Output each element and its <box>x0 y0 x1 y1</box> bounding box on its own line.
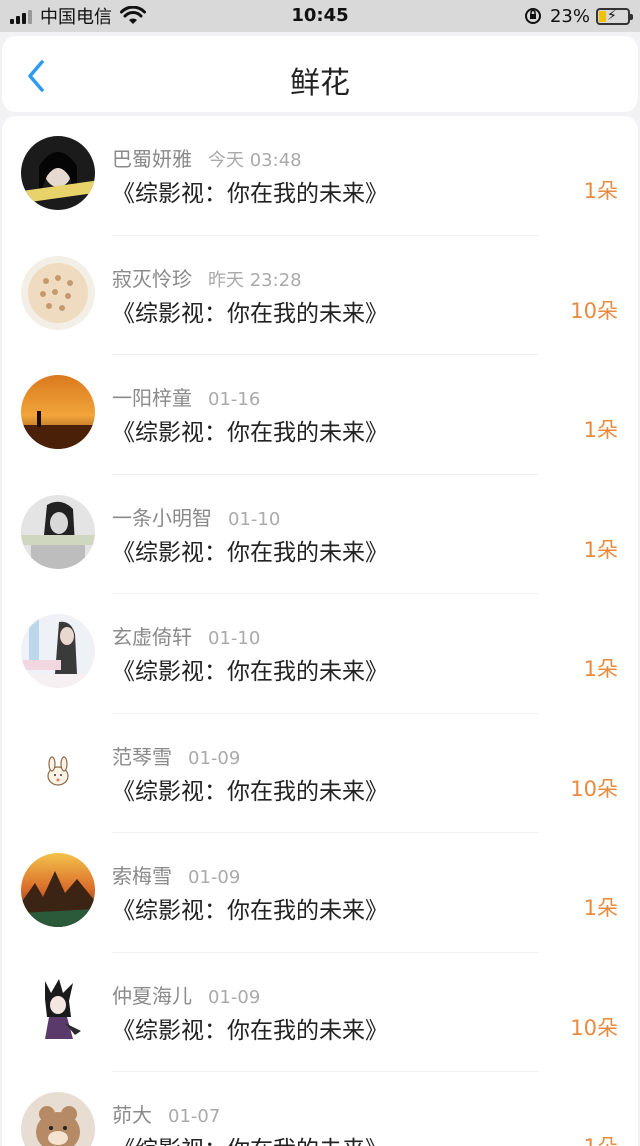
name-line: 一条小明智 01-10 <box>112 502 280 531</box>
status-right: 23% ⚡ <box>524 0 633 32</box>
list-item[interactable]: 仲夏海儿 01-09 《综影视：你在我的未来》 10朵 <box>2 953 638 1072</box>
name-line: 寂灭怜珍 昨天 23:28 <box>112 263 302 292</box>
gift-time: 今天 03:48 <box>208 150 302 171</box>
gift-time: 01-09 <box>188 747 241 769</box>
avatar[interactable] <box>21 614 95 688</box>
name-line: 索梅雪 01-09 <box>112 860 240 889</box>
avatar[interactable] <box>21 136 95 210</box>
avatar[interactable] <box>21 733 95 808</box>
flower-gift-list: 巴蜀妍雅 今天 03:48 《综影视：你在我的未来》 1朵 寂灭怜珍 昨天 23:2… <box>2 116 638 1146</box>
user-name[interactable]: 茆大 <box>112 1103 152 1127</box>
flower-count: 1朵 <box>583 537 618 562</box>
gift-time: 01-07 <box>168 1106 221 1127</box>
nav-bar: 鲜花 <box>2 36 638 112</box>
avatar[interactable] <box>21 375 95 449</box>
gift-time: 01-10 <box>228 508 281 530</box>
book-title[interactable]: 《综影视：你在我的未来》 <box>112 1130 388 1146</box>
list-item[interactable]: 索梅雪 01-09 《综影视：你在我的未来》 1朵 <box>2 833 638 953</box>
flower-count: 10朵 <box>570 776 618 801</box>
gift-time: 01-09 <box>208 986 261 1008</box>
chevron-left-icon[interactable] <box>22 58 52 94</box>
list-item[interactable]: 范琴雪 01-09 《综影视：你在我的未来》 10朵 <box>2 714 638 833</box>
list-item[interactable]: 玄虚倚轩 01-10 《综影视：你在我的未来》 1朵 <box>2 594 638 714</box>
book-title[interactable]: 《综影视：你在我的未来》 <box>112 1011 388 1045</box>
book-title[interactable]: 《综影视：你在我的未来》 <box>112 533 388 567</box>
user-name[interactable]: 范琴雪 <box>112 745 172 769</box>
user-name[interactable]: 一条小明智 <box>112 506 212 530</box>
book-title[interactable]: 《综影视：你在我的未来》 <box>112 294 388 328</box>
status-bar: 中国电信 10:45 23% ⚡ <box>0 0 640 32</box>
avatar[interactable] <box>21 853 95 927</box>
status-left: 中国电信 <box>10 0 146 32</box>
flower-count: 1朵 <box>583 418 618 442</box>
list-item[interactable]: 一条小明智 01-10 《综影视：你在我的未来》 1朵 <box>2 475 638 594</box>
flower-count: 1朵 <box>583 657 618 681</box>
avatar[interactable] <box>21 255 95 330</box>
name-line: 仲夏海儿 01-09 <box>112 980 260 1009</box>
battery-icon: ⚡ <box>596 7 633 25</box>
user-name[interactable]: 巴蜀妍雅 <box>112 147 192 171</box>
gift-time: 昨天 23:28 <box>208 269 302 291</box>
battery-percent: 23% <box>549 5 590 27</box>
flower-count: 1朵 <box>583 896 618 920</box>
name-line: 茆大 01-07 <box>112 1099 220 1128</box>
rotation-lock-icon <box>524 8 541 24</box>
book-title[interactable]: 《综影视：你在我的未来》 <box>112 772 388 806</box>
carrier-label: 中国电信 <box>40 7 112 28</box>
user-name[interactable]: 索梅雪 <box>112 864 172 888</box>
gift-time: 01-10 <box>208 628 261 649</box>
gift-time: 01-16 <box>208 389 261 410</box>
name-line: 范琴雪 01-09 <box>112 741 240 770</box>
flower-count: 1朵 <box>584 1131 618 1146</box>
book-title[interactable]: 《综影视：你在我的未来》 <box>112 413 388 447</box>
avatar[interactable] <box>21 972 95 1047</box>
user-name[interactable]: 仲夏海儿 <box>112 984 192 1008</box>
flower-count: 1朵 <box>583 179 618 203</box>
name-line: 一阳梓童 01-16 <box>112 382 260 411</box>
user-name[interactable]: 一阳梓童 <box>112 386 192 410</box>
book-title[interactable]: 《综影视：你在我的未来》 <box>112 652 388 686</box>
name-line: 玄虚倚轩 01-10 <box>112 621 260 650</box>
gift-time: 01-09 <box>188 867 241 888</box>
user-name[interactable]: 玄虚倚轩 <box>112 625 192 649</box>
list-item[interactable]: 巴蜀妍雅 今天 03:48 《综影视：你在我的未来》 1朵 <box>2 116 638 236</box>
wifi-icon <box>120 6 146 24</box>
flower-count: 10朵 <box>570 1015 618 1040</box>
page-title: 鲜花 <box>290 66 350 101</box>
flower-count: 10朵 <box>570 298 618 323</box>
signal-icon <box>10 8 34 24</box>
list-item[interactable]: 一阳梓童 01-16 《综影视：你在我的未来》 1朵 <box>2 355 638 475</box>
user-name[interactable]: 寂灭怜珍 <box>112 267 192 291</box>
list-item[interactable]: 茆大 01-07 《综影视：你在我的未来》 1朵 <box>2 1072 638 1146</box>
list-item[interactable]: 寂灭怜珍 昨天 23:28 《综影视：你在我的未来》 10朵 <box>2 236 638 355</box>
book-title[interactable]: 《综影视：你在我的未来》 <box>112 174 388 208</box>
book-title[interactable]: 《综影视：你在我的未来》 <box>112 891 388 925</box>
avatar[interactable] <box>21 494 95 569</box>
name-line: 巴蜀妍雅 今天 03:48 <box>112 143 302 172</box>
